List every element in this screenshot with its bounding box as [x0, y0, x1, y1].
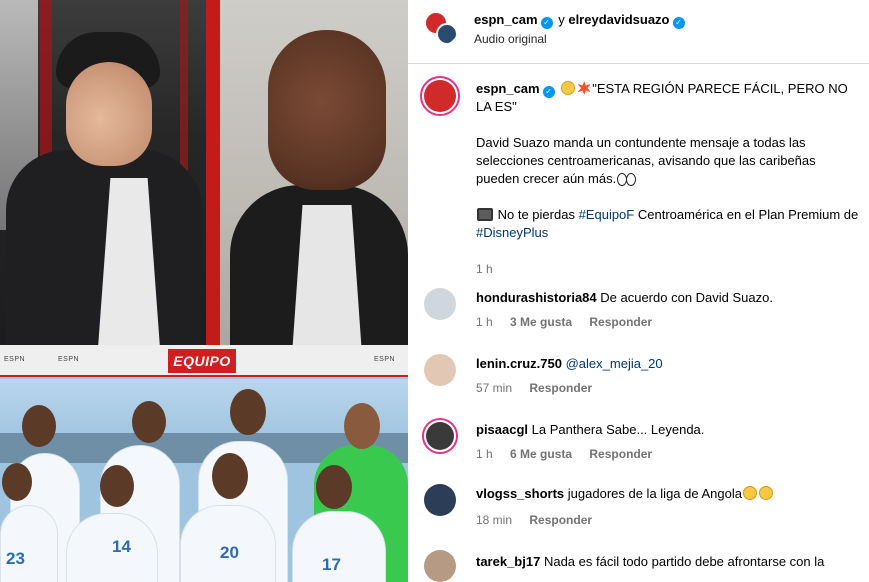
jersey-number: 14 — [112, 537, 131, 556]
hashtag-link[interactable]: #DisneyPlus — [476, 225, 548, 240]
flushed-emoji-icon — [561, 81, 576, 95]
comment-meta: 18 min Responder — [476, 513, 606, 527]
split-screen-divider — [206, 0, 220, 345]
comment-meta: 1 h 6 Me gusta Responder — [476, 447, 666, 461]
post-header: espn_cam ✓ y elreydavidsuazo ✓ Audio origi… — [408, 0, 869, 64]
reply-button[interactable]: Responder — [589, 447, 652, 461]
comment-body: De acuerdo con David Suazo. — [600, 290, 773, 305]
commenter-avatar[interactable] — [422, 418, 458, 454]
laughing-emoji-icon — [742, 486, 757, 500]
caption-paragraph: No te pierdas #EquipoF Centroamérica en … — [476, 206, 861, 242]
commenter-avatar[interactable] — [424, 484, 456, 516]
mention-link[interactable]: @alex_mejia_20 — [566, 356, 663, 371]
likes-count[interactable]: 3 Me gusta — [510, 315, 572, 329]
username-link[interactable]: espn_cam — [474, 12, 538, 27]
player-head — [316, 465, 352, 509]
player — [0, 505, 58, 582]
espn-watermark: ESPN — [374, 356, 396, 363]
comment-text: lenin.cruz.750 @alex_mejia_20 — [476, 355, 861, 373]
player-head — [344, 403, 380, 449]
post-side-panel: espn_cam ✓ y elreydavidsuazo ✓ Audio origi… — [408, 0, 869, 582]
jersey-number: 17 — [322, 555, 341, 574]
likes-count[interactable]: 6 Me gusta — [510, 447, 572, 461]
verified-badge-icon: ✓ — [672, 17, 685, 29]
tv-emoji-icon — [477, 208, 493, 221]
timestamp: 57 min — [476, 381, 513, 395]
espn-watermark: ESPN — [4, 356, 26, 363]
caption-text-segment: Centroamérica en el Plan Premium de — [637, 207, 859, 222]
caption-meta: 1 h — [476, 262, 507, 276]
comment-body: La Panthera Sabe... Leyenda. — [531, 422, 705, 437]
commenter-avatar[interactable] — [424, 550, 456, 582]
collab-usernames: espn_cam ✓ y elreydavidsuazo ✓ — [474, 12, 687, 29]
suazo-avatar — [436, 23, 458, 45]
hashtag-link[interactable]: #EquipoF — [579, 207, 635, 222]
commenter-avatar[interactable] — [424, 354, 456, 386]
anchor-face — [66, 62, 152, 166]
audio-link[interactable]: Audio original — [474, 32, 547, 46]
caption-avatar[interactable] — [420, 76, 460, 116]
commenter-username[interactable]: lenin.cruz.750 — [476, 356, 562, 371]
reply-button[interactable]: Responder — [529, 513, 592, 527]
espn-watermark: ESPN — [58, 356, 80, 363]
player-head — [132, 401, 166, 443]
team-photo: ESPN ESPN EQUIPO F ESPN 23 14 20 17 — [0, 345, 408, 582]
comment-text: tarek_bj17 Nada es fácil todo partido de… — [476, 553, 861, 571]
commenter-username[interactable]: tarek_bj17 — [476, 554, 540, 569]
comment-meta: 1 h 3 Me gusta Responder — [476, 315, 666, 329]
player-head — [2, 463, 32, 501]
timestamp: 1 h — [476, 315, 493, 329]
guest-shirt — [292, 205, 362, 345]
commenter-username[interactable]: hondurashistoria84 — [476, 290, 597, 305]
player-head — [212, 453, 248, 499]
caption-username[interactable]: espn_cam — [476, 81, 540, 96]
comment-body: jugadores de la liga de Angola — [567, 486, 742, 501]
verified-badge-icon: ✓ — [542, 86, 555, 98]
comments-list[interactable]: espn_cam ✓ "ESTA REGIÓN PARECE FÁCIL, PER… — [408, 64, 869, 582]
player-head — [230, 389, 266, 435]
laughing-emoji-icon — [758, 486, 773, 500]
comment-meta: 57 min Responder — [476, 381, 606, 395]
commenter-avatar[interactable] — [424, 288, 456, 320]
jersey-number: 23 — [6, 549, 25, 568]
player-head — [100, 465, 134, 507]
caption-text: espn_cam ✓ "ESTA REGIÓN PARECE FÁCIL, PER… — [476, 80, 861, 242]
caption-paragraph: David Suazo manda un contundente mensaje… — [476, 134, 861, 188]
caption-body: David Suazo manda un contundente mensaje… — [476, 135, 816, 186]
eyes-emoji-icon — [617, 173, 637, 186]
collab-avatar[interactable] — [424, 11, 458, 45]
equipo-f-logo: EQUIPO F — [168, 349, 236, 393]
jersey-number: 20 — [220, 543, 239, 562]
comment-text: vlogss_shorts jugadores de la liga de An… — [476, 485, 861, 503]
reel-media[interactable]: ESPN ESPN EQUIPO F ESPN 23 14 20 17 — [0, 0, 408, 582]
player-head — [22, 405, 56, 447]
timestamp: 1 h — [476, 262, 493, 276]
commenter-username[interactable]: vlogss_shorts — [476, 486, 564, 501]
caption-text-segment: No te pierdas — [497, 207, 575, 222]
espn-avatar — [424, 80, 456, 112]
equipo-f-banner: ESPN ESPN EQUIPO F ESPN — [0, 345, 408, 393]
comment-body: Nada es fácil todo partido debe afrontar… — [543, 554, 825, 569]
timestamp: 18 min — [476, 513, 513, 527]
timestamp: 1 h — [476, 447, 493, 461]
username-link[interactable]: elreydavidsuazo — [568, 12, 669, 27]
comment-text: hondurashistoria84 De acuerdo con David … — [476, 289, 861, 307]
reply-button[interactable]: Responder — [529, 381, 592, 395]
video-frame-interview[interactable] — [0, 0, 408, 345]
reply-button[interactable]: Responder — [589, 315, 652, 329]
comment-text: pisaacgl La Panthera Sabe... Leyenda. — [476, 421, 861, 439]
verified-badge-icon: ✓ — [540, 17, 553, 29]
avatar-image — [426, 422, 454, 450]
guest-face — [268, 30, 386, 190]
commenter-username[interactable]: pisaacgl — [476, 422, 528, 437]
connector-text: y — [558, 12, 565, 27]
collision-emoji-icon — [577, 81, 592, 95]
